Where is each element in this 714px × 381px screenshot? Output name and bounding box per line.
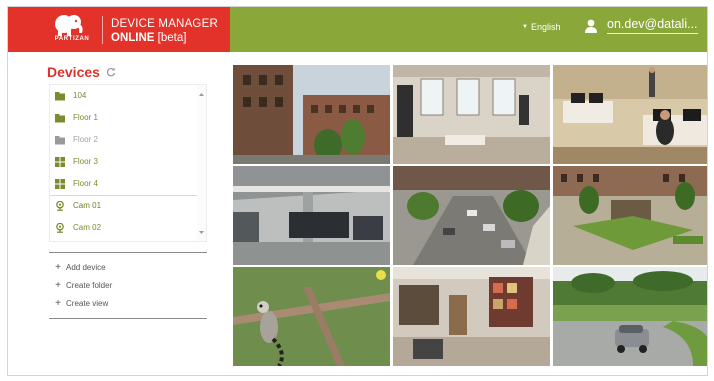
plus-icon: + <box>55 280 61 291</box>
camera-feed <box>233 267 390 366</box>
camera-feed <box>393 267 550 366</box>
tree-item-cam-01[interactable]: Cam 01 <box>50 196 198 218</box>
tree-item-floor-2[interactable]: Floor 2 <box>50 130 198 152</box>
plus-icon: + <box>55 298 61 309</box>
devices-heading: Devices <box>47 64 116 80</box>
partizan-logo[interactable]: PARTIZAN <box>46 14 98 46</box>
app-subtitle: ONLINE [beta] <box>111 32 186 44</box>
camera-view-parking-garage[interactable] <box>233 166 390 265</box>
tree-item-label: Floor 3 <box>73 157 98 166</box>
camera-feed <box>393 166 550 265</box>
camera-view-courtyard[interactable] <box>553 166 707 265</box>
top-bar: ▼ English on.dev@datali... <box>230 7 707 52</box>
user-email: on.dev@datali... <box>607 17 698 34</box>
camera-icon <box>56 223 64 233</box>
sidebar: Devices 104 Floor 1 Floor 2 Floor 3 Floo… <box>8 52 230 375</box>
app-subtitle-rest: [beta] <box>154 32 187 44</box>
camera-view-office-room[interactable] <box>393 65 550 164</box>
camera-view-office-desks[interactable] <box>553 65 707 164</box>
folder-icon <box>55 136 65 145</box>
camera-view-warehouse[interactable] <box>393 267 550 366</box>
folder-icon <box>55 114 65 123</box>
camera-feed <box>233 65 390 164</box>
tree-item-floor-3[interactable]: Floor 3 <box>50 152 198 174</box>
tree-item-label: Floor 4 <box>73 179 98 188</box>
app-title: DEVICE MANAGER <box>111 18 218 30</box>
language-selector[interactable]: ▼ English <box>522 22 560 32</box>
layout-icon <box>55 179 65 189</box>
tree-item-cam-02[interactable]: Cam 02 <box>50 218 198 240</box>
camera-feed <box>553 267 707 366</box>
sidebar-divider <box>49 252 207 253</box>
caret-down-icon: ▼ <box>522 24 528 30</box>
camera-feed <box>233 166 390 265</box>
device-manager-app: PARTIZAN DEVICE MANAGER ONLINE [beta] ▼ … <box>7 6 708 376</box>
device-tree: 104 Floor 1 Floor 2 Floor 3 Floor 4 Cam … <box>49 84 207 242</box>
scroll-up-icon[interactable] <box>199 92 204 97</box>
tree-item-floor-1[interactable]: Floor 1 <box>50 108 198 130</box>
tree-item-label: Cam 01 <box>73 201 102 210</box>
sidebar-divider <box>49 318 207 319</box>
devices-title: Devices <box>47 64 100 80</box>
tree-item-floor-4[interactable]: Floor 4 <box>50 174 198 196</box>
action-label: Create folder <box>66 281 113 290</box>
camera-feed <box>393 65 550 164</box>
scroll-down-icon[interactable] <box>199 230 204 235</box>
user-account-menu[interactable]: on.dev@datali... <box>585 17 698 34</box>
tree-item-label: Cam 02 <box>73 223 102 232</box>
app-subtitle-bold: ONLINE <box>111 32 155 44</box>
tree-item-label: Floor 1 <box>73 113 98 122</box>
folder-icon <box>55 92 65 101</box>
camera-view-street[interactable] <box>393 166 550 265</box>
camera-view-buildings[interactable] <box>233 65 390 164</box>
create-folder-button[interactable]: + Create folder <box>54 280 112 291</box>
tree-item-104[interactable]: 104 <box>50 86 198 108</box>
add-device-button[interactable]: + Add device <box>54 262 106 273</box>
camera-feed <box>553 65 707 164</box>
logo-text: PARTIZAN <box>54 36 90 42</box>
camera-view-lemur[interactable] <box>233 267 390 366</box>
camera-icon <box>56 201 64 211</box>
language-label: English <box>530 22 561 32</box>
tree-item-label: 104 <box>73 91 87 100</box>
create-view-button[interactable]: + Create view <box>54 298 108 309</box>
refresh-icon[interactable] <box>106 67 116 77</box>
tree-scrollbar[interactable] <box>197 85 206 241</box>
brand-divider <box>102 16 103 44</box>
camera-feed <box>553 166 707 265</box>
action-label: Add device <box>66 263 106 272</box>
elephant-icon <box>55 15 83 36</box>
camera-view-parking-lot[interactable] <box>553 267 707 366</box>
plus-icon: + <box>55 262 61 273</box>
brand-bar: PARTIZAN DEVICE MANAGER ONLINE [beta] <box>8 7 230 52</box>
action-label: Create view <box>66 299 109 308</box>
tree-item-label: Floor 2 <box>73 135 98 144</box>
camera-grid <box>233 65 707 368</box>
layout-icon <box>55 157 65 167</box>
user-icon <box>585 19 597 33</box>
